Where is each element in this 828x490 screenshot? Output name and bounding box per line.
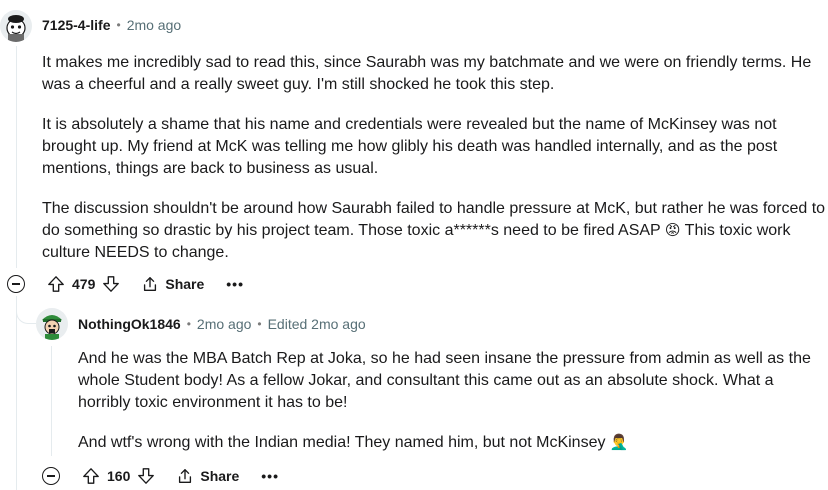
timestamp[interactable]: 2mo ago [127,17,181,33]
comment-body: It makes me incredibly sad to read this,… [42,52,828,264]
separator-dot: • [116,18,121,32]
separator-dot: • [257,317,262,331]
separator-dot: • [186,317,191,331]
downvote-icon[interactable] [99,272,123,296]
comment-body: And he was the MBA Batch Rep at Joka, so… [78,348,828,454]
vote-score: 479 [72,276,96,292]
share-button[interactable]: Share [176,467,239,485]
comment-paragraph: It is absolutely a shame that his name a… [42,114,828,180]
share-label: Share [165,276,205,292]
facepalm-emoji: 🤦‍♂️ [609,434,629,451]
upvote-icon[interactable] [79,464,103,488]
comment-text: And wtf's wrong with the Indian media! T… [78,434,606,451]
comment-text: It is absolutely a shame that his name a… [42,116,778,177]
share-icon [144,277,157,291]
avatar[interactable] [36,308,68,340]
vote-score: 160 [107,468,131,484]
collapse-thread-button[interactable] [7,275,25,293]
angry-face-emoji: 😡 [664,222,681,239]
reply-thread-line [51,346,52,456]
more-options-button[interactable]: ••• [261,468,279,484]
comment-meta: NothingOk1846 • 2mo ago • Edited 2mo ago [78,316,366,332]
edited-label: Edited 2mo ago [267,316,366,332]
collapse-thread-button[interactable] [42,467,60,485]
comment-paragraph: And he was the MBA Batch Rep at Joka, so… [78,350,811,411]
author-name[interactable]: NothingOk1846 [78,316,181,332]
comment-actions: 479 Share ••• [7,272,244,296]
timestamp[interactable]: 2mo ago [197,316,251,332]
downvote-icon[interactable] [134,464,158,488]
comment-paragraph: And wtf's wrong with the Indian media! T… [78,432,828,454]
comment-paragraph: It makes me incredibly sad to read this,… [42,54,812,93]
comment-actions: 160 Share ••• [42,464,279,488]
author-name[interactable]: 7125-4-life [42,17,110,33]
share-button[interactable]: Share [141,275,204,293]
share-icon [179,469,192,483]
upvote-icon[interactable] [44,272,68,296]
comment-meta: 7125-4-life • 2mo ago [42,17,181,33]
reply-connector [16,296,36,324]
share-label: Share [200,468,240,484]
more-options-button[interactable]: ••• [226,276,244,292]
comment-paragraph: The discussion shouldn't be around how S… [42,198,828,264]
thread-line [16,46,17,268]
thread-line [16,300,17,490]
avatar[interactable] [0,10,32,42]
